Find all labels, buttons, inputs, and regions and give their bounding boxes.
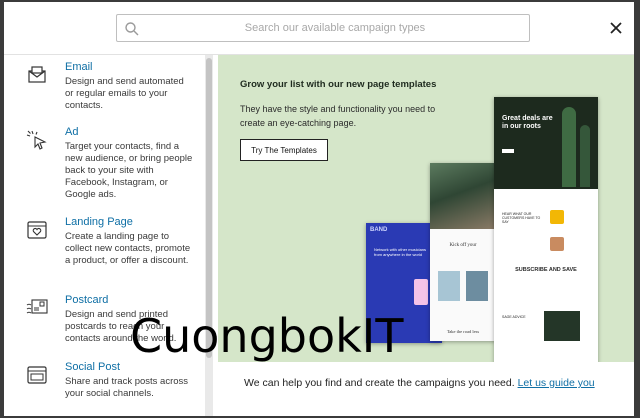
preview-tag: BAND [370, 227, 388, 233]
campaign-type-title: Landing Page [65, 216, 133, 228]
promo-description: They have the style and functionality yo… [240, 104, 436, 128]
campaign-type-modal: Email Design and send automated or regul… [4, 2, 634, 416]
campaign-type-landing-page[interactable]: Landing Page Create a landing page to co… [4, 216, 204, 278]
template-preview-travel: Kick off your Take the road less [430, 163, 496, 341]
cursor-click-icon [26, 130, 47, 150]
campaign-type-ad[interactable]: Ad Target your contacts, find a new audi… [4, 126, 204, 208]
search-icon [125, 22, 139, 36]
phone-image [414, 279, 428, 305]
campaign-type-email[interactable]: Email Design and send automated or regul… [4, 61, 204, 121]
preview-text: SAGE ADVICE [502, 315, 526, 319]
promo-headline: Grow your list with our new page templat… [240, 79, 437, 90]
campaign-type-description: Target your contacts, find a new audienc… [65, 141, 193, 200]
forest-photo [430, 163, 496, 229]
help-text: We can help you find and create the camp… [244, 377, 595, 389]
thumbnail-image [438, 271, 460, 301]
preview-hero: Great deals are in our roots [494, 97, 598, 189]
close-icon[interactable] [606, 18, 626, 38]
campaign-type-social-post[interactable]: Social Post Share and track posts across… [4, 361, 204, 407]
campaign-type-description: Design and send automated or regular ema… [65, 76, 184, 111]
preview-text: HEAR WHAT OUR CUSTOMERS HAVE TO SAY [502, 212, 541, 224]
avatar [550, 210, 564, 224]
preview-text: Network with other musicians from anywhe… [374, 247, 427, 257]
mail-icon [28, 66, 46, 83]
campaign-type-title: Ad [65, 126, 79, 138]
campaign-type-title: Email [65, 61, 93, 73]
help-footer: We can help you find and create the camp… [218, 362, 634, 416]
watermark-text: CuongbokIT [130, 309, 404, 363]
plant-image [544, 311, 580, 341]
campaign-type-description: Share and track posts across your social… [65, 376, 189, 399]
preview-title: Great deals are in our roots [502, 115, 553, 130]
campaign-type-title: Postcard [65, 294, 109, 306]
template-preview-plants: Great deals are in our roots HEAR WHAT O… [494, 97, 598, 373]
guide-link[interactable]: Let us guide you [518, 377, 595, 389]
thumbnail-image [466, 271, 488, 301]
postcard-icon [26, 299, 48, 314]
search-input[interactable] [147, 18, 523, 38]
preview-text: Take the road less [446, 329, 480, 334]
help-message: We can help you find and create the camp… [244, 377, 515, 389]
cactus-image [562, 107, 576, 187]
preview-text: Kick off your [449, 243, 477, 248]
browser-heart-icon [27, 221, 47, 239]
cactus-image [580, 125, 590, 187]
preview-button [502, 149, 514, 153]
campaign-type-description: Create a landing page to collect new con… [65, 231, 191, 266]
social-post-icon [27, 366, 47, 384]
avatar [550, 237, 564, 251]
try-templates-button[interactable]: Try The Templates [240, 139, 328, 161]
campaign-type-title: Social Post [65, 361, 121, 373]
search-box[interactable] [116, 14, 530, 42]
preview-text: SUBSCRIBE AND SAVE [515, 267, 577, 273]
